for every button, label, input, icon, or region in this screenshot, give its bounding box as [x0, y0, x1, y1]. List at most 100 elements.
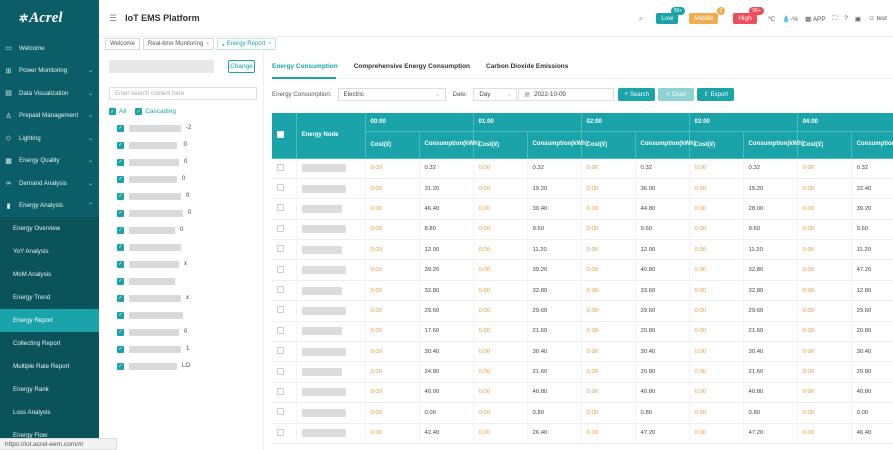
tree-node[interactable]: ✓ 0 — [117, 157, 187, 167]
row-checkbox[interactable] — [277, 428, 284, 436]
tab-energy-consumption[interactable]: Energy Consumption — [272, 63, 338, 70]
tree-node-checkbox[interactable]: ✓ — [117, 243, 124, 251]
tree-node-checkbox[interactable]: ✓ — [117, 209, 124, 217]
sub-item-energy-report[interactable]: Energy Report — [0, 309, 99, 332]
row-checkbox[interactable] — [277, 367, 284, 375]
tree-node[interactable]: ✓ — [117, 276, 180, 286]
sidebar-item-power-monitoring[interactable]: ⊞ Power Monitoring ⌄ — [0, 60, 99, 83]
menu-toggle-icon[interactable]: ☰ — [109, 13, 117, 24]
tree-node-checkbox[interactable]: ✓ — [117, 328, 124, 336]
search-icon[interactable]: ⌕ — [639, 14, 643, 24]
all-checkbox[interactable]: ✓ — [109, 108, 116, 115]
tree-node[interactable]: ✓ 0 — [117, 174, 185, 184]
select-all-checkbox[interactable] — [277, 130, 284, 138]
table-row[interactable]: 0.00 8.80 0.00 9.60 0.00 9.60 0.00 9.60 0.00 9.60 — [272, 219, 893, 241]
sub-item-yoy-analysis[interactable]: YoY Analysis — [0, 240, 99, 263]
change-button[interactable]: Change — [228, 60, 255, 73]
alarm-middle-badge[interactable]: Middle 2 — [689, 7, 726, 24]
row-checkbox[interactable] — [277, 286, 284, 294]
tree-node[interactable]: ✓ 1 — [117, 344, 189, 354]
row-checkbox[interactable] — [277, 265, 284, 273]
alarm-high-badge[interactable]: High 99+ — [733, 7, 764, 24]
tab-realtime-monitoring[interactable]: Real-time Monitoring × — [142, 38, 215, 50]
help-icon[interactable]: ? — [844, 15, 848, 22]
chart-button[interactable]: < Chart — [658, 88, 695, 101]
cascading-checkbox[interactable]: ✓ — [135, 108, 143, 115]
table-row[interactable]: 0.00 0.32 0.00 0.32 0.00 0.32 0.00 0.32 0.00 0.32 — [272, 158, 893, 179]
sidebar-item-prepaid-management[interactable]: ♙ Prepaid Management ⌄ — [0, 105, 99, 128]
sub-item-energy-overview[interactable]: Energy Overview — [0, 217, 99, 240]
sub-item-energy-rank[interactable]: Energy Rank — [0, 378, 99, 401]
tree-node[interactable]: ✓ 0 — [117, 327, 187, 337]
alarm-low-badge[interactable]: Low 99+ — [656, 7, 686, 24]
tab-energy-report[interactable]: ● Energy Report × — [217, 38, 277, 50]
table-row[interactable]: 0.00 40.00 0.00 40.80 0.00 40.80 0.00 40.80 0.00… — [272, 382, 893, 404]
row-checkbox[interactable] — [277, 326, 284, 334]
row-checkbox[interactable] — [277, 204, 284, 212]
tree-node-checkbox[interactable]: ✓ — [117, 175, 124, 183]
tree-node[interactable]: ✓ — [117, 242, 186, 252]
tree-node-checkbox[interactable]: ✓ — [117, 124, 124, 132]
tree-node-checkbox[interactable]: ✓ — [117, 226, 124, 234]
tab-welcome[interactable]: Welcome — [105, 38, 140, 50]
tree-node-checkbox[interactable]: ✓ — [117, 311, 124, 319]
row-checkbox[interactable] — [277, 224, 284, 232]
tree-node-checkbox[interactable]: ✓ — [117, 277, 124, 285]
user-menu[interactable]: ☺ test — [868, 15, 887, 22]
table-row[interactable]: 0.00 30.40 0.00 30.40 0.00 30.40 0.00 30.40 0.00… — [272, 341, 893, 363]
tab-carbon-dioxide[interactable]: Carbon Dioxide Emissions — [486, 63, 568, 70]
logo[interactable]: ✲ Acrel — [0, 0, 99, 37]
tree-node-checkbox[interactable]: ✓ — [117, 158, 124, 166]
table-row[interactable]: 0.00 24.80 0.00 21.60 0.00 20.80 0.00 21.60 0.00… — [272, 361, 893, 383]
tree-node[interactable]: ✓ 0 — [117, 191, 189, 201]
sidebar-item-demand-analysis[interactable]: ∞ Demand Analysis ⌄ — [0, 172, 99, 195]
table-row[interactable]: 0.00 31.20 0.00 19.20 0.00 36.00 0.00 15.20 0.00… — [272, 178, 893, 200]
row-checkbox[interactable] — [277, 347, 284, 355]
tree-node-checkbox[interactable]: ✓ — [117, 260, 124, 268]
row-checkbox[interactable] — [277, 245, 284, 253]
sub-item-collecting-report[interactable]: Collecting Report — [0, 332, 99, 355]
sub-item-multiple-rate-report[interactable]: Multiple Rate Report — [0, 355, 99, 378]
tree-node-checkbox[interactable]: ✓ — [117, 192, 124, 200]
sidebar-item-data-visualization[interactable]: ▤ Data Visualization ⌄ — [0, 82, 99, 105]
tree-node-checkbox[interactable]: ✓ — [117, 141, 124, 149]
app-link[interactable]: ▦ APP — [805, 15, 826, 23]
tree-node[interactable]: ✓:0 — [117, 140, 187, 150]
close-icon[interactable]: × — [206, 41, 209, 47]
fullscreen-icon[interactable]: ⛶ — [833, 15, 838, 23]
tree-node[interactable]: ✓ 0 — [117, 208, 191, 218]
sidebar-item-welcome[interactable]: ▭ Welcome — [0, 37, 99, 60]
table-row[interactable]: 0.00 0.00 0.00 0.80 0.00 0.80 0.00 0.80 0.00 0.00 — [272, 402, 893, 424]
search-button[interactable]: ⌕ Search — [618, 88, 656, 101]
close-icon[interactable]: × — [268, 41, 271, 47]
tree-node[interactable]: ✓ LO — [117, 361, 190, 371]
table-row[interactable]: 0.00 32.80 0.00 32.80 0.00 33.60 0.00 32.80 0.00… — [272, 280, 893, 302]
tree-node-checkbox[interactable]: ✓ — [117, 362, 124, 370]
tree-node-checkbox[interactable]: ✓ — [117, 294, 124, 302]
table-row[interactable]: 0.00 46.40 0.00 30.40 0.00 44.80 0.00 28.00 0.00… — [272, 198, 893, 220]
sidebar-item-energy-quality[interactable]: ▦ Energy Quality ⌄ — [0, 150, 99, 173]
sub-item-energy-trend[interactable]: Energy Trend — [0, 286, 99, 309]
table-row[interactable]: 0.00 39.20 0.00 39.20 0.00 40.80 0.00 32.80 0.00… — [272, 259, 893, 281]
date-picker[interactable]: ▦ 2022-10-09 — [518, 88, 615, 101]
tree-node-checkbox[interactable]: ✓ — [117, 345, 124, 353]
sidebar-item-energy-analysis[interactable]: ▮ Energy Analysis ⌃ — [0, 195, 99, 218]
energy-type-select[interactable]: Electric ⌄ — [337, 88, 446, 101]
row-checkbox[interactable] — [277, 387, 284, 395]
tree-search-input[interactable]: Enter search content here — [109, 87, 257, 100]
row-checkbox[interactable] — [277, 306, 284, 314]
tree-node[interactable]: ✓ — [117, 310, 188, 320]
table-row[interactable]: 0.00 12.00 0.00 11.20 0.00 12.00 0.00 11.20 0.00… — [272, 239, 893, 261]
table-row[interactable]: 0.00 29.60 0.00 29.60 0.00 29.60 0.00 29.60 0.00… — [272, 300, 893, 322]
tree-node[interactable]: ✓ x — [117, 259, 187, 269]
tree-node[interactable]: ✓ x — [117, 293, 189, 303]
row-checkbox[interactable] — [277, 163, 284, 171]
tree-node[interactable]: ✓ -2 — [117, 123, 191, 133]
export-button[interactable]: ⇪ Export — [697, 88, 735, 101]
sub-item-loss-analysis[interactable]: Loss Analysis — [0, 401, 99, 424]
date-type-select[interactable]: Day ⌄ — [473, 88, 518, 101]
row-checkbox[interactable] — [277, 184, 284, 192]
tree-node[interactable]: ✓ 0 — [117, 225, 183, 235]
sub-item-mom-analysis[interactable]: MoM Analysis — [0, 263, 99, 286]
row-checkbox[interactable] — [277, 408, 284, 416]
